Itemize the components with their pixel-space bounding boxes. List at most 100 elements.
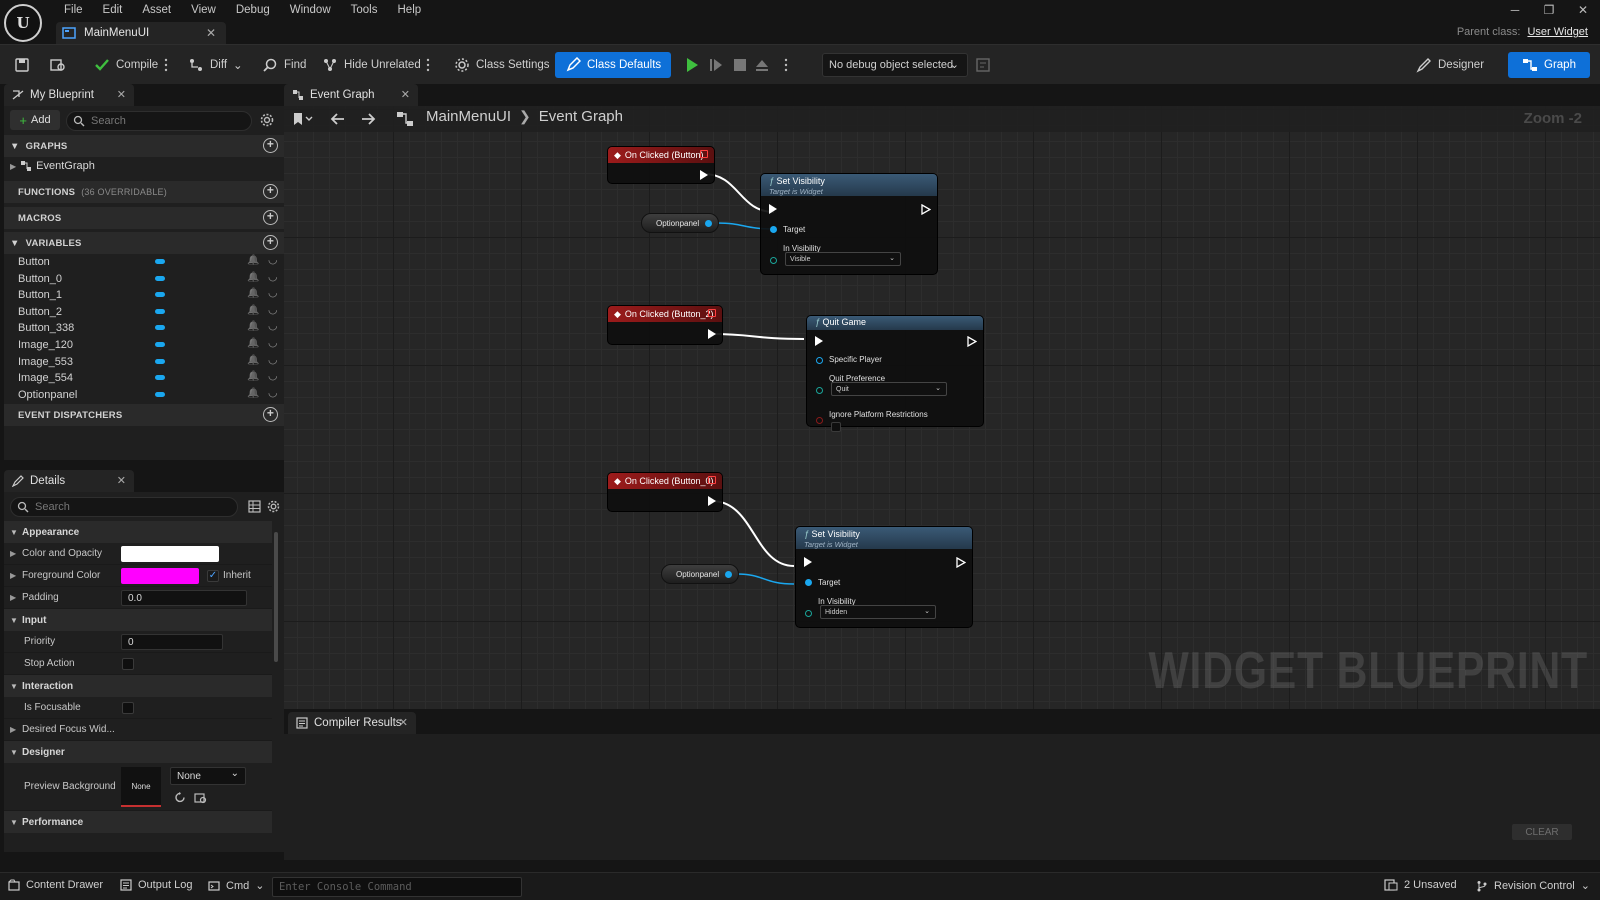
visibility-eye-icon[interactable]: ◡	[268, 270, 278, 283]
replication-bell-icon[interactable]: 🔔	[247, 288, 259, 299]
exec-in-pin[interactable]	[804, 557, 812, 567]
exec-out-pin[interactable]	[708, 496, 716, 506]
restore-icon[interactable]: ❐	[1532, 0, 1566, 20]
add-graph-icon[interactable]: +	[263, 138, 278, 153]
event-node-on-clicked-button-2[interactable]: ◆ On Clicked (Button_2)	[607, 305, 723, 345]
padding-input[interactable]: 0.0	[121, 590, 247, 606]
reset-arrow-icon[interactable]	[174, 791, 187, 804]
add-event-dispatcher-icon[interactable]: +	[263, 407, 278, 422]
visibility-eye-icon[interactable]: ◡	[268, 286, 278, 299]
visibility-eye-icon[interactable]: ◡	[268, 253, 278, 266]
visibility-eye-icon[interactable]: ◡	[268, 303, 278, 316]
hide-options-icon[interactable]	[426, 57, 430, 73]
visibility-eye-icon[interactable]: ◡	[268, 353, 278, 366]
variable-row[interactable]: Button_0 🔔 ◡	[18, 271, 284, 287]
class-settings-button[interactable]: Class Settings	[448, 52, 556, 78]
preview-background-select[interactable]: None ⌄	[170, 767, 246, 785]
replication-bell-icon[interactable]: 🔔	[247, 255, 259, 266]
exec-out-pin[interactable]	[700, 170, 708, 180]
event-graph-canvas[interactable]: MainMenuUI ❯ Event Graph Zoom -2 ◆ On Cl…	[284, 106, 1600, 709]
play-icon[interactable]	[684, 57, 700, 73]
appearance-category[interactable]: ▼ Appearance	[4, 521, 272, 543]
add-button[interactable]: + Add	[10, 110, 60, 130]
function-node-set-visibility-hidden[interactable]: ƒ Set Visibility Target is Widget Target…	[795, 526, 973, 628]
variables-section-header[interactable]: ▼ VARIABLES +	[4, 232, 284, 254]
event-dispatchers-section-header[interactable]: EVENT DISPATCHERS +	[4, 404, 284, 426]
ignore-platform-restrictions-checkbox[interactable]	[831, 422, 841, 432]
variable-node-optionpanel[interactable]: Optionpanel	[641, 213, 719, 233]
priority-input[interactable]: 0	[121, 634, 223, 650]
details-tab[interactable]: Details ✕	[4, 470, 134, 492]
unsaved-button[interactable]: 2 Unsaved	[1384, 879, 1457, 891]
browse-button[interactable]	[44, 52, 72, 78]
replication-bell-icon[interactable]: 🔔	[247, 272, 259, 283]
revision-control-button[interactable]: Revision Control ⌄	[1476, 879, 1590, 892]
graph-item-eventgraph[interactable]: ▶ EventGraph	[10, 160, 95, 172]
quit-preference-pin[interactable]	[816, 387, 823, 394]
foreground-color-swatch[interactable]	[121, 568, 199, 584]
specific-player-pin[interactable]	[816, 357, 823, 364]
close-icon[interactable]: ✕	[401, 88, 410, 101]
close-window-icon[interactable]: ✕	[1566, 0, 1600, 20]
replication-bell-icon[interactable]: 🔔	[247, 338, 259, 349]
replication-bell-icon[interactable]: 🔔	[247, 371, 259, 382]
variable-node-optionpanel[interactable]: Optionpanel	[661, 564, 739, 584]
visibility-eye-icon[interactable]: ◡	[268, 319, 278, 332]
input-category[interactable]: ▼ Input	[4, 609, 272, 631]
my-blueprint-tab[interactable]: My Blueprint ✕	[4, 84, 134, 106]
add-variable-icon[interactable]: +	[263, 235, 278, 250]
replication-bell-icon[interactable]: 🔔	[247, 388, 259, 399]
menu-view[interactable]: View	[181, 2, 226, 18]
exec-out-pin[interactable]	[921, 204, 931, 215]
interaction-category[interactable]: ▼ Interaction	[4, 675, 272, 697]
visibility-eye-icon[interactable]: ◡	[268, 336, 278, 349]
graphs-section-header[interactable]: ▼ GRAPHS +	[4, 135, 284, 157]
in-visibility-select[interactable]: Visible ⌄	[785, 252, 901, 266]
compiler-results-tab[interactable]: Compiler Results ✕	[288, 712, 416, 734]
diff-button[interactable]: Diff ⌄	[182, 52, 249, 78]
clear-button[interactable]: CLEAR	[1512, 824, 1572, 840]
step-icon[interactable]	[708, 57, 724, 73]
quit-preference-select[interactable]: Quit ⌄	[831, 382, 947, 396]
replication-bell-icon[interactable]: 🔔	[247, 355, 259, 366]
settings-gear-icon[interactable]	[260, 113, 274, 127]
color-and-opacity-swatch[interactable]	[121, 546, 219, 562]
parent-class-link[interactable]: User Widget	[1527, 26, 1588, 38]
stop-action-checkbox[interactable]	[122, 658, 134, 670]
details-scrollbar[interactable]	[274, 532, 278, 662]
visibility-eye-icon[interactable]: ◡	[268, 369, 278, 382]
in-visibility-select[interactable]: Hidden ⌄	[820, 605, 936, 619]
variable-row[interactable]: Optionpanel 🔔 ◡	[18, 387, 284, 403]
class-defaults-button[interactable]: Class Defaults	[555, 52, 672, 78]
ignore-platform-restrictions-pin[interactable]	[816, 417, 823, 424]
designer-mode-button[interactable]: Designer	[1410, 52, 1490, 78]
replication-bell-icon[interactable]: 🔔	[247, 321, 259, 332]
play-options-icon[interactable]	[784, 57, 788, 73]
delegate-pin-icon[interactable]	[700, 150, 708, 158]
variable-out-pin[interactable]	[725, 571, 732, 578]
content-drawer-button[interactable]: Content Drawer	[8, 879, 103, 891]
unreal-logo-icon[interactable]: U	[4, 4, 42, 42]
debug-object-select[interactable]: No debug object selected ⌄	[822, 53, 968, 77]
variable-row[interactable]: Button_2 🔔 ◡	[18, 304, 284, 320]
stop-icon[interactable]	[732, 57, 748, 73]
table-view-icon[interactable]	[248, 500, 261, 513]
visibility-eye-icon[interactable]: ◡	[268, 386, 278, 399]
delegate-pin-icon[interactable]	[708, 309, 716, 317]
compile-button[interactable]: Compile	[88, 52, 164, 78]
compile-options-icon[interactable]	[164, 57, 168, 73]
variable-row[interactable]: Button_338 🔔 ◡	[18, 320, 284, 336]
close-icon[interactable]: ✕	[399, 716, 408, 729]
graph-mode-button[interactable]: Graph	[1508, 52, 1590, 78]
details-search-input[interactable]: Search	[10, 497, 238, 517]
eject-icon[interactable]	[754, 57, 770, 73]
function-node-set-visibility[interactable]: ƒ Set Visibility Target is Widget Target…	[760, 173, 938, 275]
menu-asset[interactable]: Asset	[132, 2, 181, 18]
menu-tools[interactable]: Tools	[341, 2, 388, 18]
exec-out-pin[interactable]	[708, 329, 716, 339]
menu-file[interactable]: File	[54, 2, 93, 18]
delegate-pin-icon[interactable]	[708, 476, 716, 484]
cmd-select[interactable]: Cmd ⌄	[208, 879, 264, 892]
exec-out-pin[interactable]	[956, 557, 966, 568]
preview-background-thumbnail[interactable]: None	[121, 767, 161, 807]
